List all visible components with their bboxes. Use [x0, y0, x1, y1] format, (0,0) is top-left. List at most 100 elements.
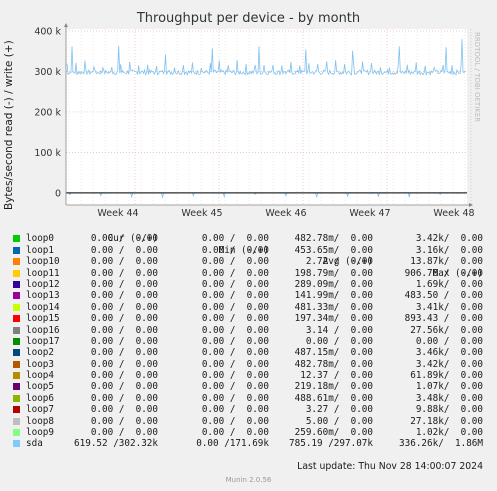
plot-area — [66, 29, 467, 205]
legend-device-name: loop7 — [26, 404, 54, 416]
legend-value-avg: 259.60m/ 0.00 — [294, 427, 373, 439]
legend-value-cur: 0.00 / 0.00 — [90, 313, 158, 325]
legend-value-min: 0.00 / 0.00 — [201, 301, 269, 313]
legend-swatch — [13, 326, 20, 334]
legend-row-loop11: loop11 0.00 / 0.00 0.00 / 0.00 198.79m/ 0.0… — [10, 268, 490, 279]
legend-value-min: 0.00 / 0.00 — [201, 244, 269, 256]
legend-value-min: 0.00 / 0.00 — [201, 324, 269, 336]
legend-value-min: 0.00 / 0.00 — [201, 392, 269, 404]
munin-version: Munin 2.0.56 — [225, 476, 272, 484]
legend-row-loop0: loop0 0.00 / 0.00 0.00 / 0.00 482.78m/ 0.00… — [10, 233, 490, 244]
legend-header: Cur (-/+) Min (-/+) Avg (-/+) Max (-/+) — [10, 222, 490, 278]
legend-value-cur: 0.00 / 0.00 — [90, 278, 158, 290]
legend-device-name: loop2 — [26, 347, 54, 359]
legend-table: Cur (-/+) Min (-/+) Avg (-/+) Max (-/+) … — [10, 222, 490, 450]
legend-value-min: 0.00 / 0.00 — [201, 313, 269, 325]
legend-value-max: 3.41k/ 0.00 — [415, 301, 483, 313]
y-tick-label: 200 k — [34, 107, 61, 118]
legend-swatch — [13, 337, 20, 345]
legend-device-name: loop3 — [26, 358, 54, 370]
legend-swatch — [13, 349, 20, 357]
legend-value-max: 3.42k/ 0.00 — [415, 233, 483, 245]
legend-swatch — [13, 383, 20, 391]
legend-value-max: 3.42k/ 0.00 — [415, 358, 483, 370]
legend-value-avg: 0.00 / 0.00 — [305, 335, 373, 347]
legend-swatch — [13, 429, 20, 437]
legend-value-cur: 0.00 / 0.00 — [90, 335, 158, 347]
legend-value-cur: 0.00 / 0.00 — [90, 256, 158, 268]
legend-value-cur: 0.00 / 0.00 — [90, 301, 158, 313]
legend-value-max: 1.07k/ 0.00 — [415, 381, 483, 393]
legend-value-min: 0.00 / 0.00 — [201, 267, 269, 279]
legend-swatch — [13, 417, 20, 425]
legend-swatch — [13, 246, 20, 254]
legend-swatch — [13, 258, 20, 266]
legend-value-avg: 785.19 /297.07k — [289, 438, 373, 450]
x-tick-label: Week 47 — [349, 208, 390, 219]
legend-value-min: 0.00 / 0.00 — [201, 381, 269, 393]
legend-value-cur: 0.00 / 0.00 — [90, 347, 158, 359]
legend-value-min: 0.00 / 0.00 — [201, 290, 269, 302]
legend-device-name: loop16 — [26, 324, 60, 336]
legend-value-cur: 0.00 / 0.00 — [90, 381, 158, 393]
legend-value-avg: 5.00 / 0.00 — [305, 415, 373, 427]
y-tick-label: 0 — [55, 188, 61, 199]
legend-value-min: 0.00 / 0.00 — [201, 415, 269, 427]
legend-value-avg: 12.37 / 0.00 — [300, 370, 373, 382]
legend-value-max: 13.87k/ 0.00 — [410, 256, 483, 268]
y-tick-label: 400 k — [34, 27, 61, 38]
legend-value-cur: 619.52 /302.32k — [74, 438, 158, 450]
last-update: Last update: Thu Nov 28 14:00:07 2024 — [297, 461, 483, 472]
legend-device-name: loop6 — [26, 392, 54, 404]
legend-value-avg: 482.78m/ 0.00 — [294, 233, 373, 245]
legend-value-avg: 141.99m/ 0.00 — [294, 290, 373, 302]
legend-value-min: 0.00 / 0.00 — [201, 404, 269, 416]
legend-swatch — [13, 315, 20, 323]
legend-device-name: sda — [26, 438, 43, 450]
legend-value-max: 27.18k/ 0.00 — [410, 415, 483, 427]
legend-swatch — [13, 440, 20, 448]
legend-swatch — [13, 360, 20, 368]
legend-value-cur: 0.00 / 0.00 — [90, 290, 158, 302]
legend-value-min: 0.00 /171.69k — [196, 438, 269, 450]
legend-row-loop5: loop5 0.00 / 0.00 0.00 / 0.00 219.18m/ 0.00… — [10, 381, 490, 392]
x-tick-label: Week 44 — [97, 208, 138, 219]
legend-row-loop4: loop4 0.00 / 0.00 0.00 / 0.00 12.37 / 0.00 6… — [10, 370, 490, 381]
legend-value-cur: 0.00 / 0.00 — [90, 404, 158, 416]
legend-value-max: 27.56k/ 0.00 — [410, 324, 483, 336]
legend-value-max: 3.16k/ 0.00 — [415, 244, 483, 256]
legend-value-avg: 3.27 / 0.00 — [305, 404, 373, 416]
legend-row-loop14: loop14 0.00 / 0.00 0.00 / 0.00 481.33m/ 0.0… — [10, 302, 490, 313]
legend-value-avg: 289.09m/ 0.00 — [294, 278, 373, 290]
legend-value-min: 0.00 / 0.00 — [201, 256, 269, 268]
legend-row-loop6: loop6 0.00 / 0.00 0.00 / 0.00 488.61m/ 0.00… — [10, 393, 490, 404]
legend-row-loop15: loop15 0.00 / 0.00 0.00 / 0.00 197.34m/ 0.0… — [10, 313, 490, 324]
legend-row-loop8: loop8 0.00 / 0.00 0.00 / 0.00 5.00 / 0.00 27… — [10, 416, 490, 427]
legend-value-min: 0.00 / 0.00 — [201, 233, 269, 245]
legend-swatch — [13, 280, 20, 288]
legend-row-loop12: loop12 0.00 / 0.00 0.00 / 0.00 289.09m/ 0.0… — [10, 279, 490, 290]
legend-row-loop3: loop3 0.00 / 0.00 0.00 / 0.00 482.78m/ 0.00… — [10, 359, 490, 370]
legend-device-name: loop9 — [26, 427, 54, 439]
legend-device-name: loop15 — [26, 313, 60, 325]
legend-swatch — [13, 372, 20, 380]
legend-device-name: loop17 — [26, 335, 60, 347]
legend-device-name: loop8 — [26, 415, 54, 427]
legend-value-avg: 481.33m/ 0.00 — [294, 301, 373, 313]
legend-value-avg: 3.14 / 0.00 — [305, 324, 373, 336]
legend-swatch — [13, 292, 20, 300]
legend-row-loop7: loop7 0.00 / 0.00 0.00 / 0.00 3.27 / 0.00 9.… — [10, 404, 490, 415]
legend-value-min: 0.00 / 0.00 — [201, 370, 269, 382]
legend-value-max: 1.69k/ 0.00 — [415, 278, 483, 290]
chart-plot: 0 100 k 200 k 300 k 400 k Week 44 Week 45 Week … — [34, 23, 475, 219]
x-tick-label: Week 45 — [181, 208, 222, 219]
legend-value-avg: 2.72 / 0.00 — [305, 256, 373, 268]
legend-swatch — [13, 394, 20, 402]
legend-value-avg: 198.79m/ 0.00 — [294, 267, 373, 279]
x-tick-label: Week 46 — [265, 208, 306, 219]
legend-value-cur: 0.00 / 0.00 — [90, 427, 158, 439]
legend-value-avg: 487.15m/ 0.00 — [294, 347, 373, 359]
legend-device-name: loop13 — [26, 290, 60, 302]
legend-value-avg: 197.34m/ 0.00 — [294, 313, 373, 325]
legend-row-sda: sda 619.52 /302.32k 0.00 /171.69k 785.19 /2… — [10, 438, 490, 449]
